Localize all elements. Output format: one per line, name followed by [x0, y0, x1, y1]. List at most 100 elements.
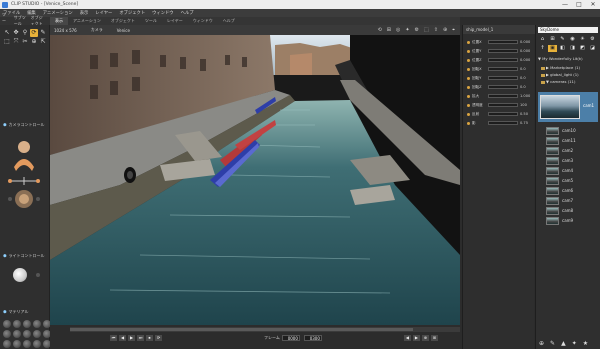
move-tool-icon[interactable]: ✥ [12, 29, 20, 37]
resolution-label[interactable]: 1024 x 576 [54, 28, 77, 33]
up-icon[interactable]: ⇧ [434, 27, 438, 33]
material-swatch[interactable] [33, 320, 41, 328]
favorite-icon[interactable]: ★ [583, 340, 588, 347]
rotate-tool-icon[interactable]: ⟳ [30, 29, 38, 37]
undo-icon[interactable]: ⟲ [378, 27, 382, 33]
keyframe-icon[interactable] [467, 67, 470, 71]
camera-list-item[interactable]: cam2 [546, 146, 598, 155]
camera-list-item[interactable]: cam3 [546, 156, 598, 165]
layer-a-icon[interactable]: ◧ [558, 45, 567, 52]
camera-list-item[interactable]: cam9 [546, 216, 598, 225]
property-slider[interactable] [488, 103, 518, 107]
material-swatch[interactable] [3, 340, 11, 348]
property-row[interactable]: 反射 0.50 [467, 111, 531, 117]
property-value[interactable]: 0.50 [520, 112, 528, 116]
zoom-tool-icon[interactable]: ⚲ [21, 29, 29, 37]
property-slider[interactable] [488, 49, 518, 53]
tab-tool-view[interactable]: ツール [140, 17, 162, 25]
maximize-button[interactable]: □ [572, 1, 586, 8]
menu-item-animation[interactable]: アニメーション [43, 10, 73, 16]
property-row[interactable]: 回転Y 0.0 [467, 75, 531, 81]
edit-object-icon[interactable]: ✎ [550, 340, 555, 347]
light-sphere-control[interactable] [13, 268, 27, 282]
menu-item-window[interactable]: ウィンドウ [152, 10, 173, 16]
property-value[interactable]: 1.000 [520, 94, 530, 98]
keyframe-icon[interactable] [467, 49, 470, 53]
tab-animation[interactable]: アニメーション [68, 17, 106, 25]
camera-control-widget[interactable] [6, 137, 42, 212]
home-icon[interactable]: ⌂ [538, 36, 547, 43]
property-slider[interactable] [488, 58, 518, 62]
camera-list-item[interactable]: cam6 [546, 186, 598, 195]
property-value[interactable]: 0.000 [520, 40, 530, 44]
material-swatch[interactable] [23, 330, 31, 338]
camera-list-item[interactable]: cam11 [546, 136, 598, 145]
sun-icon[interactable]: ☀ [578, 36, 587, 43]
property-slider[interactable] [488, 85, 518, 89]
close-button[interactable]: ✕ [586, 1, 600, 8]
material-swatch[interactable] [33, 340, 41, 348]
material-swatch[interactable] [13, 330, 21, 338]
stop-button[interactable]: ⏹ [146, 334, 153, 341]
material-swatch[interactable] [3, 320, 11, 328]
camera-label[interactable]: カメラ [91, 27, 103, 33]
camera-list-item[interactable]: cam8 [546, 206, 598, 215]
material-swatch[interactable] [33, 330, 41, 338]
layer-b-icon[interactable]: ◨ [568, 45, 577, 52]
total-frame-field[interactable]: 0300 [303, 334, 322, 341]
property-value[interactable]: 100 [520, 103, 527, 107]
edit-icon[interactable]: ✎ [558, 36, 567, 43]
menu-item-help[interactable]: ヘルプ [181, 10, 194, 16]
tab-help[interactable]: ヘルプ [218, 17, 240, 25]
property-slider[interactable] [488, 76, 518, 80]
property-slider[interactable] [488, 67, 518, 71]
light-icon[interactable]: ✦ [405, 27, 409, 33]
current-frame-field[interactable]: 0000 [281, 334, 300, 341]
keyframe-icon[interactable] [467, 76, 470, 80]
property-value[interactable]: 0.0 [520, 85, 526, 89]
keyframe-icon[interactable] [467, 121, 470, 125]
keyframe-icon[interactable] [467, 40, 470, 44]
up-object-icon[interactable]: ▲ [561, 340, 566, 347]
select-tool-icon[interactable]: ↖ [3, 29, 11, 37]
keyframe-icon[interactable] [467, 112, 470, 116]
loop-button[interactable]: ⟳ [155, 334, 162, 341]
property-slider[interactable] [488, 121, 518, 125]
tree-item-marketplace[interactable]: ▶ Marketplace (1) [541, 65, 600, 71]
keyframe-icon[interactable] [467, 85, 470, 89]
tab-window[interactable]: ウィンドウ [188, 17, 218, 25]
eye-icon[interactable]: ◉ [568, 36, 577, 43]
tree-item-cameras[interactable]: ▼ cameras (11) [541, 79, 600, 85]
camera-list-item[interactable]: cam7 [546, 196, 598, 205]
layer-c-icon[interactable]: ◩ [578, 45, 587, 52]
property-row[interactable]: 回転X 0.0 [467, 66, 531, 72]
add-object-icon[interactable]: ⊕ [539, 340, 544, 347]
property-slider[interactable] [488, 112, 518, 116]
keyframe-icon[interactable] [467, 103, 470, 107]
tab-object-view[interactable]: オブジェクト [106, 17, 140, 25]
property-value[interactable]: 0.000 [520, 49, 530, 53]
frame-tool-icon[interactable]: ⬚ [3, 38, 11, 46]
timeline-track[interactable] [70, 327, 460, 332]
cut-tool-icon[interactable]: ✂ [21, 38, 29, 46]
add-icon[interactable]: ⊕ [443, 27, 447, 33]
property-slider[interactable] [488, 94, 518, 98]
grid-key-button[interactable]: ⊞ [430, 334, 438, 341]
prev-frame-button[interactable]: ◀ [119, 334, 126, 341]
export-tool-icon[interactable]: ⇱ [39, 38, 47, 46]
grid-icon[interactable]: ⊞ [548, 36, 557, 43]
property-row[interactable]: 位置Y 0.000 [467, 48, 531, 54]
first-frame-button[interactable]: ⏮ [110, 334, 117, 341]
camera-list-item[interactable]: cam5 [546, 176, 598, 185]
material-swatch[interactable] [13, 340, 21, 348]
light-reset-icon[interactable] [36, 273, 40, 277]
property-row[interactable]: 位置X 0.000 [467, 39, 531, 45]
keyframe-icon[interactable] [467, 58, 470, 62]
tree-item-global-light[interactable]: ▶ global_light (1) [541, 72, 600, 78]
scene-label[interactable]: Venice [117, 28, 130, 33]
last-frame-button[interactable]: ⏭ [137, 334, 144, 341]
settings-icon[interactable]: ⚙ [415, 27, 419, 33]
keyframe-icon[interactable] [467, 94, 470, 98]
property-slider[interactable] [488, 40, 518, 44]
menu-item-view[interactable]: 表示 [80, 10, 89, 16]
